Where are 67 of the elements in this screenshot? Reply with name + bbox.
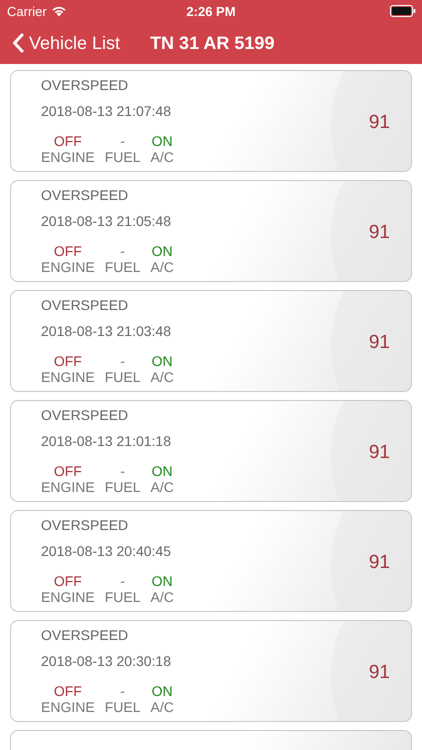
stat-value: - [120, 683, 125, 699]
stat-label: A/C [150, 369, 174, 385]
stat-value: ON [152, 243, 173, 259]
speed-value: 91 [368, 662, 390, 684]
stat-label: A/C [150, 699, 174, 715]
event-card[interactable]: OVERSPEED 2018-08-13 21:01:18 OFF ENGINE - FUEL ON A/C 91 [10, 400, 412, 502]
stat-value: - [120, 353, 125, 369]
event-time: 2018-08-13 21:01:18 [41, 433, 172, 449]
stat-label: FUEL [104, 479, 140, 495]
stat-value: OFF [54, 133, 82, 149]
stat-value: OFF [54, 463, 82, 479]
stat-label: A/C [150, 589, 174, 605]
carrier-name: Carrier [7, 4, 47, 18]
stat-value: OFF [54, 573, 82, 589]
stat-value: - [120, 573, 125, 589]
speed-value: 91 [368, 222, 390, 244]
event-time: 2018-08-13 21:05:48 [41, 213, 172, 229]
event-card[interactable]: OVERSPEED 2018-08-13 21:07:48 OFF ENGINE - FUEL ON A/C 91 [10, 70, 412, 172]
event-time: 2018-08-13 21:07:48 [41, 103, 172, 119]
event-time: 2018-08-13 20:30:18 [41, 653, 172, 669]
stat-value: OFF [54, 353, 82, 369]
stat-label: ENGINE [41, 479, 95, 495]
speed-value: 91 [368, 112, 390, 134]
stat-label: ENGINE [41, 699, 95, 715]
event-card[interactable]: OVERSPEED 2018-08-13 20:40:45 OFF ENGINE - FUEL ON A/C 91 [10, 510, 412, 612]
stat-label: FUEL [104, 149, 140, 165]
stat-label: A/C [150, 479, 174, 495]
stat-label: FUEL [104, 259, 140, 275]
stat-label: A/C [150, 259, 174, 275]
stat-label: ENGINE [41, 259, 95, 275]
stat-label: A/C [150, 149, 174, 165]
stat-value: - [120, 133, 125, 149]
wifi-icon [50, 5, 67, 17]
event-card[interactable]: OVERSPEED 2018-08-13 21:05:48 OFF ENGINE - FUEL ON A/C 91 [10, 180, 412, 282]
event-card[interactable]: OVERSPEED 2018-08-13 20:30:18 OFF ENGINE - FUEL ON A/C 91 [10, 620, 412, 722]
battery-icon [390, 5, 416, 17]
event-type: OVERSPEED [41, 187, 130, 203]
stat-value: OFF [54, 683, 82, 699]
speed-value: 91 [368, 442, 390, 464]
stat-value: ON [152, 463, 173, 479]
stat-value: ON [152, 573, 173, 589]
stat-label: ENGINE [41, 589, 95, 605]
event-type: OVERSPEED [41, 77, 130, 93]
stat-label: ENGINE [41, 149, 95, 165]
stat-label: ENGINE [41, 369, 95, 385]
event-type: OVERSPEED [41, 627, 130, 643]
speed-value: 91 [368, 332, 390, 354]
stat-value: ON [152, 683, 173, 699]
event-time: 2018-08-13 20:40:45 [41, 543, 172, 559]
stat-value: ON [152, 133, 173, 149]
event-type: OVERSPEED [41, 407, 130, 423]
event-type: OVERSPEED [41, 517, 130, 533]
event-time: 2018-08-13 21:03:48 [41, 323, 172, 339]
event-type: OVERSPEED [41, 297, 130, 313]
stat-value: ON [152, 353, 173, 369]
speed-value: 91 [368, 552, 390, 574]
stat-value: OFF [54, 243, 82, 259]
back-chevron-icon [12, 33, 24, 53]
stat-value: - [120, 463, 125, 479]
clock-time: 2:26 PM [186, 4, 236, 18]
stat-label: FUEL [104, 369, 140, 385]
vehicle-title: TN 31 AR 5199 [150, 32, 274, 54]
event-card[interactable]: OVERSPEED 2018-08-13 21:03:48 OFF ENGINE - FUEL ON A/C 91 [10, 290, 412, 392]
back-button[interactable]: Vehicle List [12, 32, 120, 54]
stat-label: FUEL [104, 699, 140, 715]
stat-label: FUEL [104, 589, 140, 605]
stat-value: - [120, 243, 125, 259]
